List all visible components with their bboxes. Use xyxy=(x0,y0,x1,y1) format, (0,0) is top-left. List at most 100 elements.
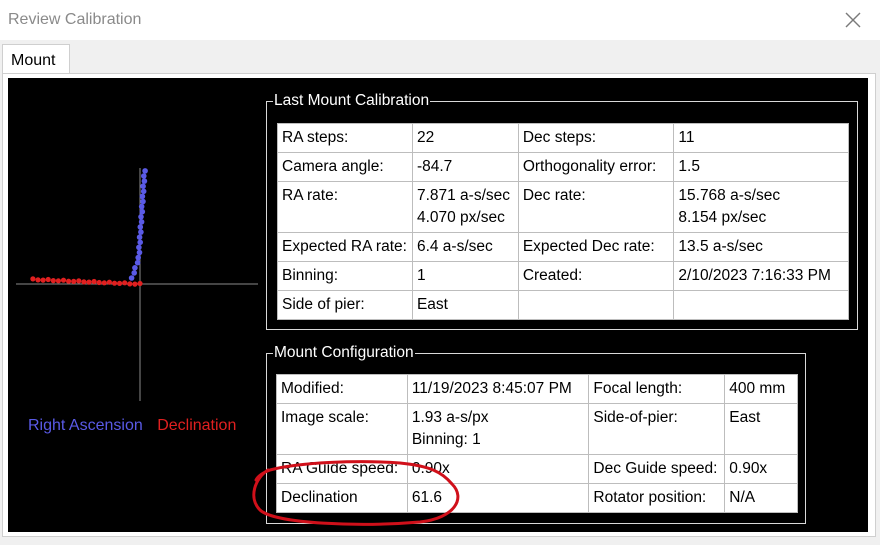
config-value-cell: 1.93 a-s/px Binning: 1 xyxy=(406,403,590,455)
calibration-row: Binning: 1 Created: 2/10/2023 7:16:33 PM xyxy=(277,261,849,291)
calibration-label-cell: RA steps: xyxy=(277,123,413,153)
title-bar: Review Calibration xyxy=(0,0,880,40)
ra-point xyxy=(136,234,143,240)
dec-point xyxy=(96,279,102,286)
ra-point xyxy=(140,198,146,205)
calibration-value-cell: 15.768 a-s/sec 8.154 px/sec xyxy=(673,181,849,233)
config-label-cell: Dec Guide speed: xyxy=(588,454,726,484)
ra-point xyxy=(138,214,144,220)
calibration-label-cell: RA rate: xyxy=(277,181,413,233)
config-value-cell: 61.6 xyxy=(406,483,590,513)
config-label-cell: Declination xyxy=(276,483,408,513)
config-label-cell: RA Guide speed: xyxy=(276,454,408,484)
ra-point xyxy=(136,249,143,256)
config-label-cell: Rotator position: xyxy=(588,483,726,513)
ra-point xyxy=(141,173,147,179)
calibration-label-cell: Expected Dec rate: xyxy=(517,232,675,262)
close-icon xyxy=(845,12,861,28)
dec-point xyxy=(55,278,62,284)
config-value-cell: East xyxy=(724,403,798,455)
dec-point xyxy=(91,278,97,285)
dec-point xyxy=(60,277,67,283)
calibration-label-cell: Orthogonality error: xyxy=(517,152,675,182)
ra-point xyxy=(139,208,146,215)
calibration-value-cell: 1 xyxy=(411,261,519,291)
tab-strip: Mount xyxy=(0,40,880,74)
ra-point xyxy=(137,239,143,246)
dec-point xyxy=(122,280,128,286)
window-title: Review Calibration xyxy=(8,11,142,28)
dec-point xyxy=(71,278,77,284)
config-value-cell: 11/19/2023 8:45:07 PM xyxy=(406,374,590,404)
calibration-row: Camera angle: -84.7 Orthogonality error: 1.… xyxy=(277,152,849,182)
review-calibration-window: Review Calibration Mount Right Ascension… xyxy=(0,0,880,545)
dec-point xyxy=(106,279,112,285)
dec-point xyxy=(30,276,36,282)
dec-point xyxy=(101,280,107,286)
calibration-label-cell: Side of pier: xyxy=(277,290,413,320)
calibration-value-cell: 13.5 a-s/sec xyxy=(673,232,849,262)
ra-point xyxy=(131,270,137,276)
dec-point xyxy=(45,276,51,283)
dec-point xyxy=(127,281,133,287)
config-label-cell: Image scale: xyxy=(276,403,408,455)
calibration-row: Expected RA rate: 6.4 a-s/sec Expected Dec… xyxy=(277,232,849,262)
ra-point xyxy=(138,203,145,210)
calibration-value-cell: 22 xyxy=(411,123,519,153)
calibration-row: RA steps: 22 Dec steps: 11 xyxy=(277,123,849,153)
config-label-cell: Side-of-pier: xyxy=(588,403,726,455)
config-value-cell: 0.90x xyxy=(724,454,798,484)
close-button[interactable] xyxy=(840,7,866,33)
ra-point xyxy=(138,229,144,235)
ra-point xyxy=(142,168,148,174)
ra-point xyxy=(137,224,144,230)
calibration-value-cell: 6.4 a-s/sec xyxy=(411,232,519,262)
calibration-label-cell xyxy=(517,290,675,320)
ra-point xyxy=(139,193,146,200)
config-value-cell: 0.90x xyxy=(406,454,590,484)
dec-point xyxy=(132,281,138,287)
calibration-plot xyxy=(16,168,258,401)
dec-point xyxy=(66,278,72,284)
dec-point xyxy=(111,280,118,286)
ra-point xyxy=(140,188,147,195)
calibration-value-cell: 1.5 xyxy=(673,152,849,182)
calibration-value-cell: 2/10/2023 7:16:33 PM xyxy=(673,261,849,291)
ra-point xyxy=(128,275,135,281)
calibration-value-cell xyxy=(673,290,849,320)
config-label-cell: Focal length: xyxy=(588,374,726,404)
last-mount-calibration-title: Last Mount Calibration xyxy=(274,92,430,109)
calibration-value-cell: East xyxy=(411,290,519,320)
config-row: Image scale: 1.93 a-s/px Binning: 1 Side-of… xyxy=(276,403,798,455)
dec-point xyxy=(117,280,123,286)
calibration-value-cell: 11 xyxy=(673,123,849,153)
calibration-label-cell: Created: xyxy=(517,261,675,291)
dec-point xyxy=(81,279,87,285)
calibration-label-cell: Expected RA rate: xyxy=(277,232,413,262)
calibration-value-cell: 7.871 a-s/sec 4.070 px/sec xyxy=(411,181,519,233)
config-row: RA Guide speed: 0.90x Dec Guide speed: 0.90… xyxy=(276,454,798,484)
dec-point xyxy=(76,278,82,284)
config-row: Modified: 11/19/2023 8:45:07 PM Focal leng… xyxy=(276,374,798,404)
legend-declination: Declination xyxy=(157,417,237,434)
dec-point xyxy=(137,280,143,287)
calibration-label-cell: Camera angle: xyxy=(277,152,413,182)
calibration-label-cell: Dec steps: xyxy=(517,123,675,153)
ra-point xyxy=(132,265,138,271)
last-calibration-table: RA steps: 22 Dec steps: 11 Camera angle: -84.… xyxy=(277,123,849,320)
tab-mount[interactable]: Mount xyxy=(2,44,70,74)
dec-point xyxy=(35,277,41,283)
dec-point xyxy=(50,278,56,284)
config-row: Declination 61.6 Rotator position: N/A xyxy=(276,483,798,513)
calibration-value-cell: -84.7 xyxy=(411,152,519,182)
ra-point xyxy=(134,259,141,266)
dec-point xyxy=(40,277,46,283)
ra-step-points xyxy=(128,168,148,281)
config-value-cell: 400 mm xyxy=(724,374,798,404)
calibration-row: RA rate: 7.871 a-s/sec 4.070 px/sec Dec rat… xyxy=(277,181,849,233)
mount-configuration-title: Mount Configuration xyxy=(274,344,414,361)
dec-step-points xyxy=(30,276,143,287)
ra-point xyxy=(136,244,142,251)
ra-point xyxy=(138,219,145,225)
config-value-cell: N/A xyxy=(724,483,798,513)
